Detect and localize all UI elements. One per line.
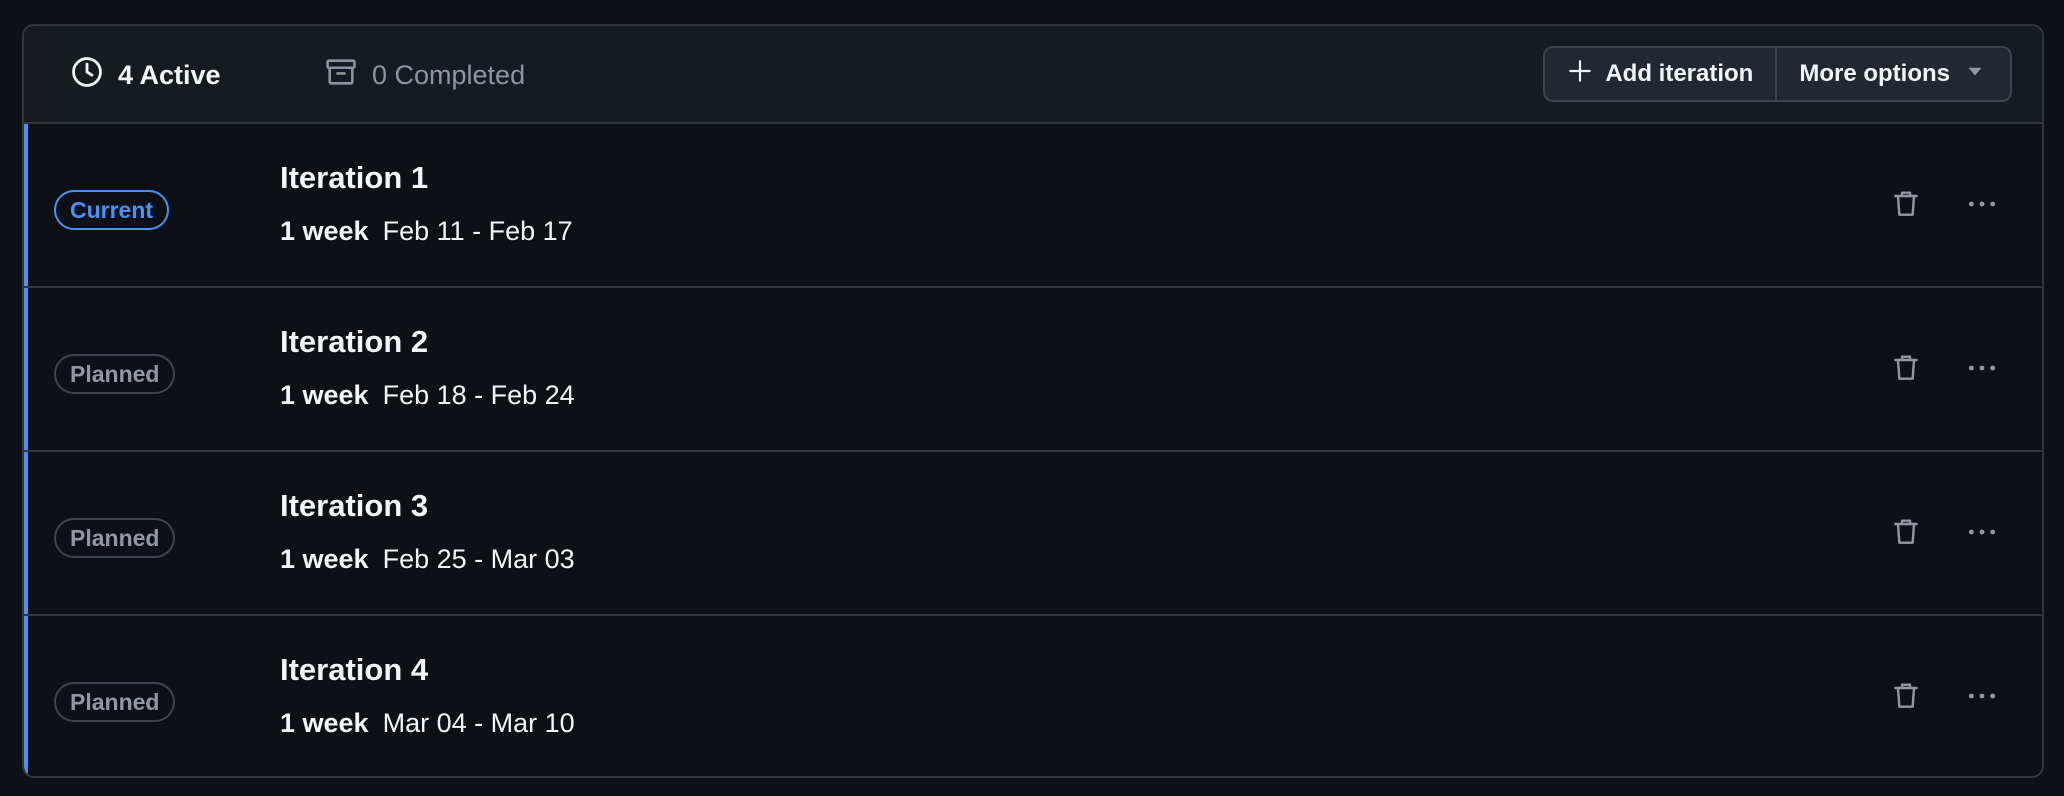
trash-icon [1890, 188, 1922, 225]
tab-active[interactable]: 4 Active [70, 26, 221, 124]
status-badge: Planned [54, 682, 176, 722]
iteration-title[interactable]: Iteration 2 [280, 324, 428, 360]
iteration-range: Feb 11 - Feb 17 [382, 216, 573, 246]
row-more-button[interactable] [1960, 512, 2004, 556]
iteration-row: Planned Iteration 2 1 week Feb 18 - Feb 2… [24, 286, 2042, 450]
iteration-dates: 1 week Feb 25 - Mar 03 [280, 544, 575, 575]
delete-iteration-button[interactable] [1884, 184, 1928, 228]
plus-icon [1567, 58, 1593, 91]
iteration-range: Mar 04 - Mar 10 [382, 708, 575, 738]
tab-completed[interactable]: 0 Completed [324, 26, 525, 124]
delete-iteration-button[interactable] [1884, 348, 1928, 392]
trash-icon [1890, 352, 1922, 389]
delete-iteration-button[interactable] [1884, 512, 1928, 556]
iteration-duration: 1 week [280, 708, 369, 738]
kebab-horizontal-icon [1966, 516, 1998, 553]
iterations-panel: 4 Active 0 Completed Add iteration More … [22, 24, 2044, 778]
iteration-row: Current Iteration 1 1 week Feb 11 - Feb 1… [24, 122, 2042, 286]
add-iteration-button[interactable]: Add iteration [1545, 48, 1775, 100]
iteration-title[interactable]: Iteration 1 [280, 160, 428, 196]
kebab-horizontal-icon [1966, 680, 1998, 717]
trash-icon [1890, 680, 1922, 717]
iteration-title[interactable]: Iteration 3 [280, 488, 428, 524]
trash-icon [1890, 516, 1922, 553]
header-button-group: Add iteration More options [1543, 46, 2012, 102]
iteration-row: Planned Iteration 3 1 week Feb 25 - Mar 0… [24, 450, 2042, 614]
status-badge: Current [54, 190, 170, 230]
triangle-down-icon [1962, 58, 1988, 91]
kebab-horizontal-icon [1966, 188, 1998, 225]
row-accent-bar [24, 288, 28, 450]
row-accent-bar [24, 124, 28, 286]
iteration-duration: 1 week [280, 380, 369, 410]
row-accent-bar [24, 452, 28, 614]
iteration-range: Feb 25 - Mar 03 [382, 544, 575, 574]
delete-iteration-button[interactable] [1884, 676, 1928, 720]
archive-icon [324, 55, 358, 96]
iteration-dates: 1 week Mar 04 - Mar 10 [280, 708, 575, 739]
iteration-duration: 1 week [280, 544, 369, 574]
iteration-dates: 1 week Feb 18 - Feb 24 [280, 380, 575, 411]
kebab-horizontal-icon [1966, 352, 1998, 389]
row-accent-bar [24, 616, 28, 776]
iteration-row: Planned Iteration 4 1 week Mar 04 - Mar 1… [24, 614, 2042, 776]
clock-icon [70, 55, 104, 96]
tab-active-label: 4 Active [118, 59, 221, 90]
iteration-title[interactable]: Iteration 4 [280, 652, 428, 688]
iteration-range: Feb 18 - Feb 24 [382, 380, 575, 410]
row-more-button[interactable] [1960, 348, 2004, 392]
row-more-button[interactable] [1960, 676, 2004, 720]
status-badge: Planned [54, 518, 176, 558]
row-more-button[interactable] [1960, 184, 2004, 228]
tab-completed-label: 0 Completed [372, 59, 526, 90]
iteration-duration: 1 week [280, 216, 369, 246]
more-options-button[interactable]: More options [1775, 48, 2010, 100]
add-iteration-label: Add iteration [1605, 60, 1754, 87]
more-options-label: More options [1799, 60, 1950, 87]
iteration-dates: 1 week Feb 11 - Feb 17 [280, 216, 573, 247]
iterations-header: 4 Active 0 Completed Add iteration More … [24, 26, 2042, 124]
status-badge: Planned [54, 354, 176, 394]
